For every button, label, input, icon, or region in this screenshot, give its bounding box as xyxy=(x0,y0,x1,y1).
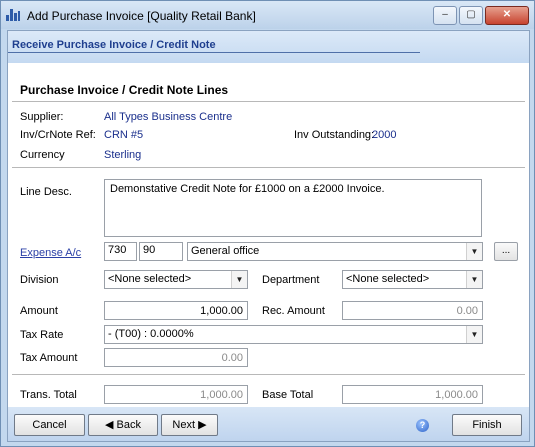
dialog-body: Receive Purchase Invoice / Credit Note P… xyxy=(7,30,530,442)
divider xyxy=(12,374,525,375)
close-button[interactable]: ✕ xyxy=(485,6,529,25)
expense-subcode-field[interactable]: 90 xyxy=(139,242,183,261)
dropdown-arrow-icon[interactable]: ▼ xyxy=(466,243,482,260)
next-arrow-icon: ▶ xyxy=(198,419,207,431)
window-title: Add Purchase Invoice [Quality Retail Ban… xyxy=(27,9,256,23)
base-total-field: 1,000.00 xyxy=(342,385,483,404)
back-button[interactable]: ◀ Back xyxy=(88,414,158,436)
base-total-label: Base Total xyxy=(262,389,314,401)
amount-input[interactable]: 1,000.00 xyxy=(104,301,248,320)
trans-total-field: 1,000.00 xyxy=(104,385,248,404)
wizard-header: Receive Purchase Invoice / Credit Note xyxy=(8,31,529,63)
department-label: Department xyxy=(262,274,320,286)
rec-amount-label: Rec. Amount xyxy=(262,305,325,317)
minimize-button[interactable]: – xyxy=(433,6,457,25)
dropdown-arrow-icon[interactable]: ▼ xyxy=(231,271,247,288)
tax-amount-field: 0.00 xyxy=(104,348,248,367)
currency-label: Currency xyxy=(20,149,65,161)
help-icon[interactable]: ? xyxy=(416,419,429,432)
wizard-step-title: Receive Purchase Invoice / Credit Note xyxy=(12,39,216,51)
header-divider xyxy=(8,52,420,53)
divider xyxy=(12,101,525,102)
line-desc-label: Line Desc. xyxy=(20,186,72,198)
cancel-button[interactable]: Cancel xyxy=(14,414,85,436)
expense-account-value: General office xyxy=(191,245,260,257)
expense-account-select[interactable]: General office ▼ xyxy=(187,242,483,261)
department-value: <None selected> xyxy=(346,273,430,285)
division-select[interactable]: <None selected> ▼ xyxy=(104,270,248,289)
app-chart-icon xyxy=(6,9,20,21)
tax-rate-select[interactable]: - (T00) : 0.0000% ▼ xyxy=(104,325,483,344)
ref-value: CRN #5 xyxy=(104,129,144,141)
section-title: Purchase Invoice / Credit Note Lines xyxy=(20,83,229,97)
currency-value: Sterling xyxy=(104,149,142,161)
rec-amount-field: 0.00 xyxy=(342,301,483,320)
ref-label: Inv/CrNote Ref: xyxy=(20,129,96,141)
supplier-value: All Types Business Centre xyxy=(104,111,233,123)
tax-rate-value: - (T00) : 0.0000% xyxy=(108,328,194,340)
tax-amount-label: Tax Amount xyxy=(20,352,78,364)
dialog-window: Add Purchase Invoice [Quality Retail Ban… xyxy=(0,0,535,447)
inv-outstanding-value: 2000 xyxy=(372,129,397,141)
title-bar[interactable]: Add Purchase Invoice [Quality Retail Ban… xyxy=(1,1,534,29)
wizard-footer: Cancel ◀ Back Next ▶ ? Finish xyxy=(8,407,529,441)
next-label: Next xyxy=(172,419,196,431)
amount-label: Amount xyxy=(20,305,58,317)
trans-total-label: Trans. Total xyxy=(20,389,77,401)
expense-code-field[interactable]: 730 xyxy=(104,242,137,261)
expense-browse-button[interactable]: ... xyxy=(494,242,518,261)
line-desc-textarea[interactable]: Demonstative Credit Note for £1000 on a … xyxy=(104,179,482,237)
divider xyxy=(12,167,525,168)
inv-outstanding-label: Inv Outstanding: xyxy=(294,129,375,141)
department-select[interactable]: <None selected> ▼ xyxy=(342,270,483,289)
maximize-button[interactable]: ▢ xyxy=(459,6,483,25)
dropdown-arrow-icon[interactable]: ▼ xyxy=(466,271,482,288)
next-button[interactable]: Next ▶ xyxy=(161,414,218,436)
finish-button[interactable]: Finish xyxy=(452,414,522,436)
division-label: Division xyxy=(20,274,59,286)
tax-rate-label: Tax Rate xyxy=(20,329,64,341)
division-value: <None selected> xyxy=(108,273,192,285)
expense-account-link[interactable]: Expense A/c xyxy=(20,247,81,259)
dropdown-arrow-icon[interactable]: ▼ xyxy=(466,326,482,343)
back-arrow-icon: ◀ xyxy=(105,419,114,431)
back-label: Back xyxy=(116,419,141,431)
supplier-label: Supplier: xyxy=(20,111,64,123)
